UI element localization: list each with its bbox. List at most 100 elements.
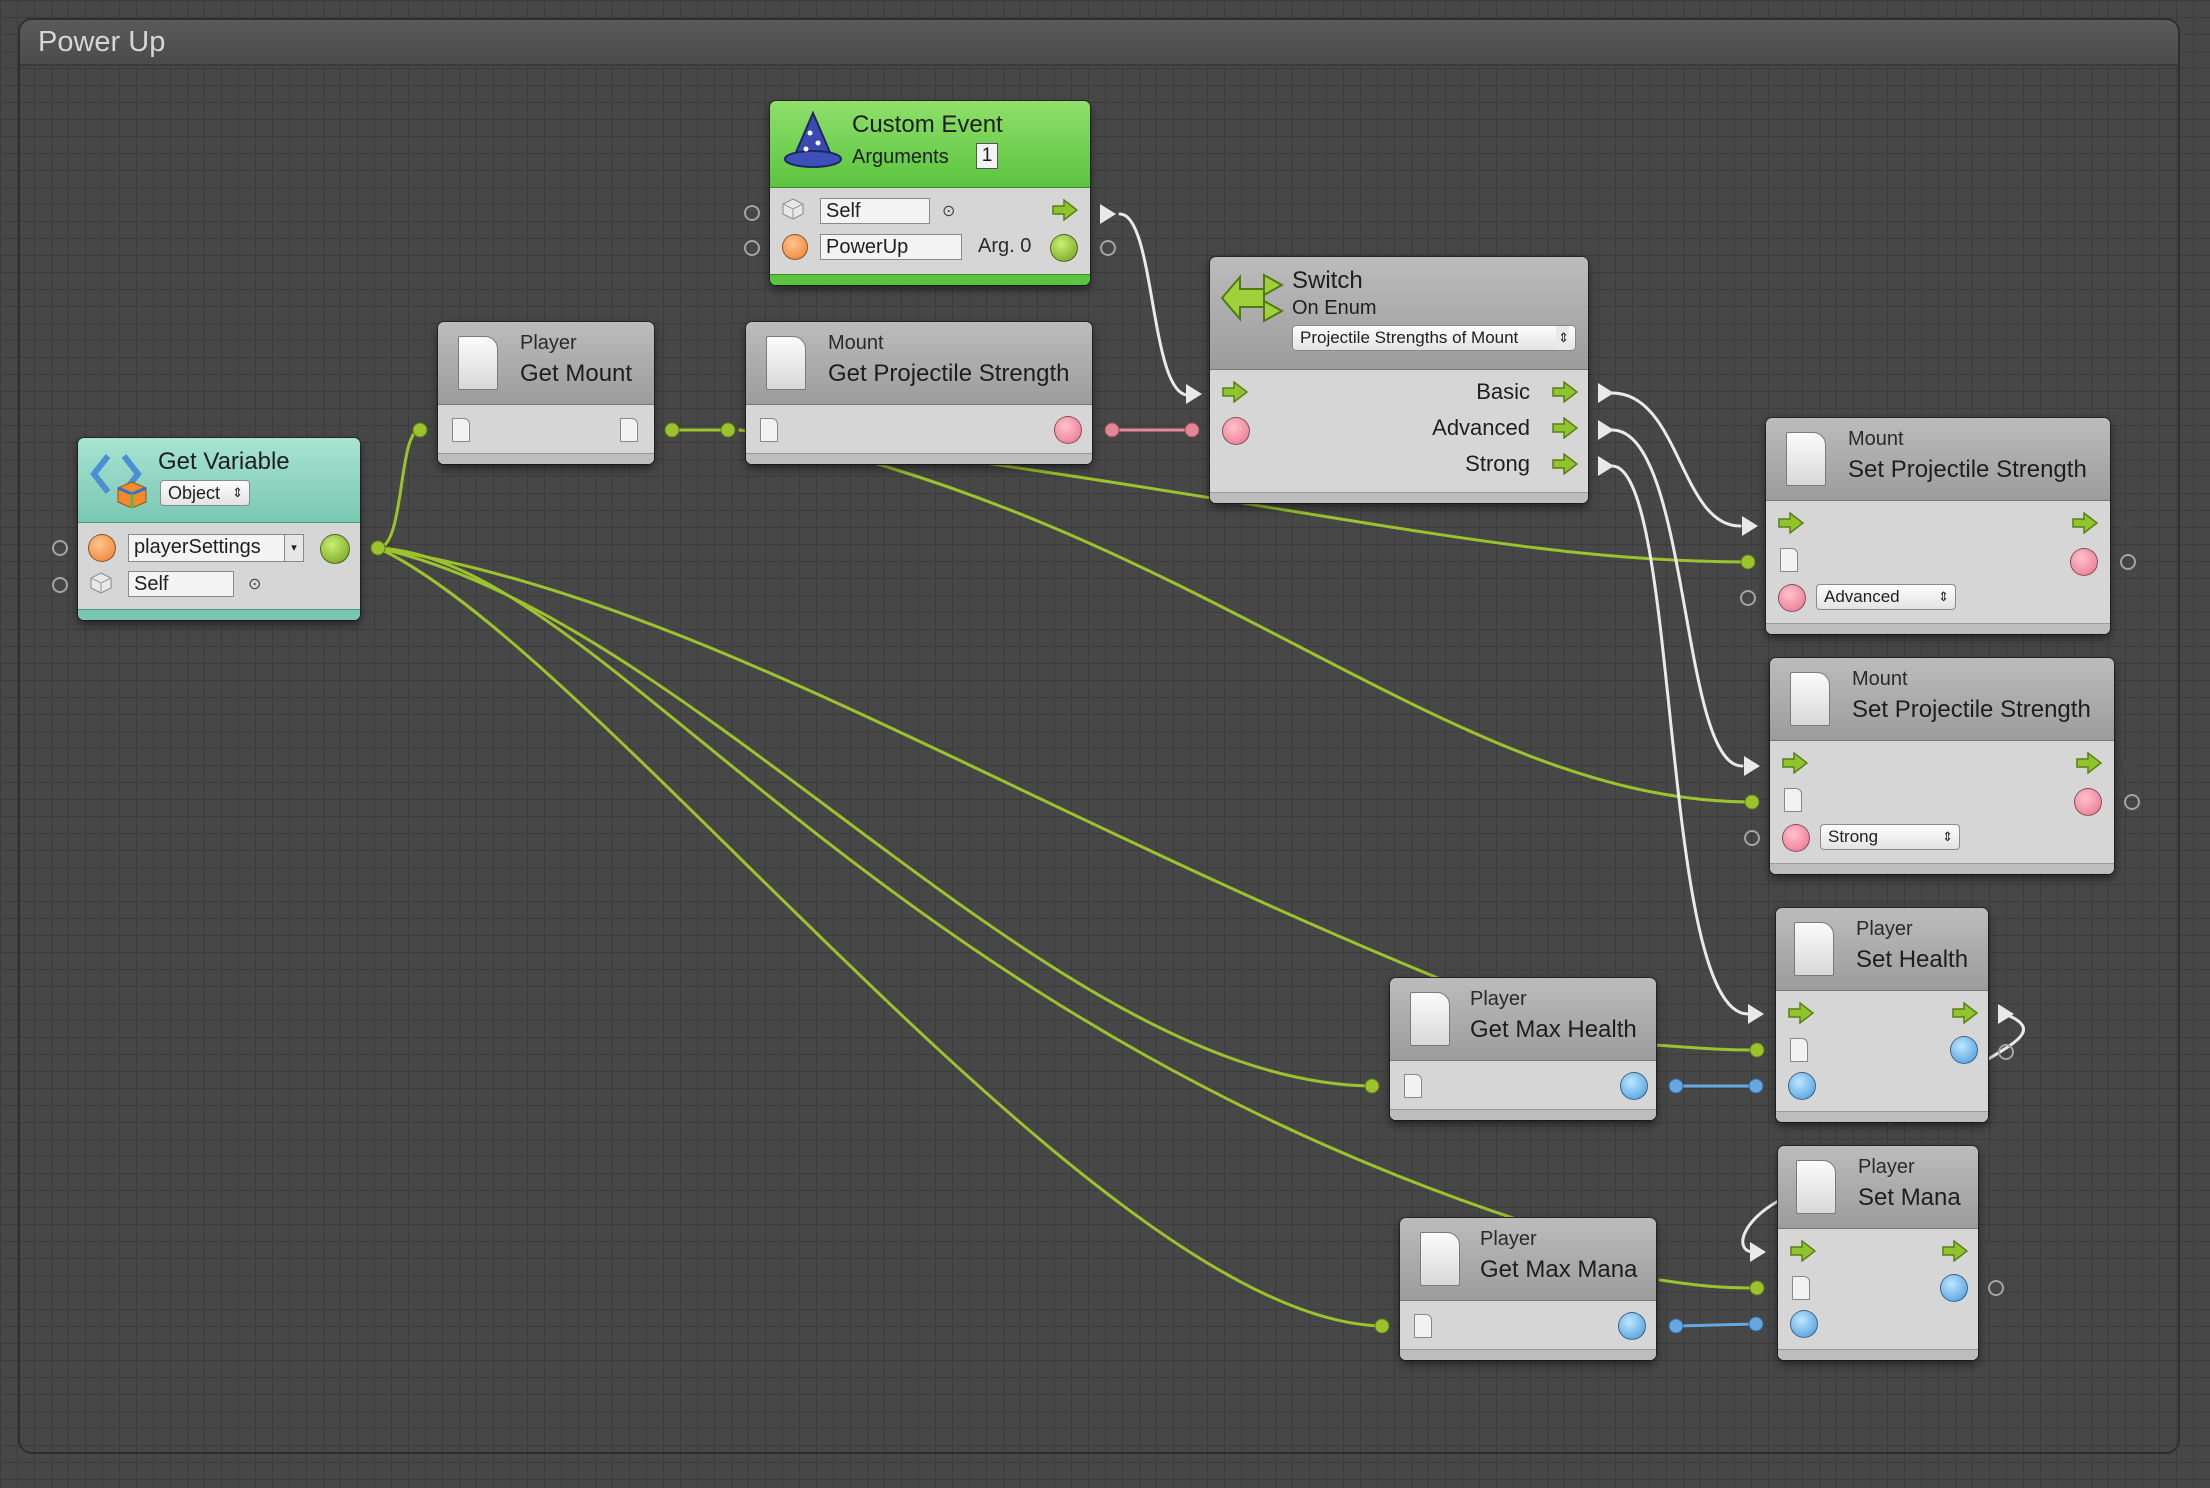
strength-value-dropdown[interactable]: Strong ⇕ [1820,824,1960,850]
set-mana-flow-in[interactable] [1750,1242,1766,1262]
flow-output-port[interactable] [1942,1240,1968,1262]
flow-event-switch [1118,212,1190,397]
strength-output-port[interactable] [1054,416,1082,444]
custom-event-self-in[interactable] [744,205,760,221]
set-health-flow-in[interactable] [1748,1004,1764,1024]
strength-input-port[interactable] [1782,824,1810,852]
flow-input-port[interactable] [1782,752,1808,774]
get-variable-self-in[interactable] [52,577,68,593]
set-projectile-strength-strong-header[interactable]: Mount Set Projectile Strength [1770,658,2114,741]
get-variable-node[interactable]: Get Variable Object ⇕ playerSettings ▾ Se… [78,438,360,620]
flow-output-port[interactable] [2072,512,2098,534]
arg0-output-port[interactable] [1050,234,1078,262]
custom-event-header[interactable]: Custom Event Arguments 1 [770,101,1090,188]
max-mana-output-port[interactable] [1618,1312,1646,1340]
get-mount-node[interactable]: Player Get Mount [438,322,654,464]
case-advanced-port[interactable] [1552,417,1578,439]
set-strength-1-value-out[interactable] [2120,554,2136,570]
mount-output-port[interactable] [620,418,638,442]
switch-node[interactable]: Switch On Enum Projectile Strengths of M… [1210,257,1588,503]
health-input-port[interactable] [1788,1072,1816,1100]
flow-output-port[interactable] [2076,752,2102,774]
get-mount-header[interactable]: Player Get Mount [438,322,654,405]
target-input-port[interactable] [452,418,470,442]
event-name-port[interactable] [782,234,808,260]
flow-input-port[interactable] [1778,512,1804,534]
variable-name-field[interactable]: playerSettings ▾ [128,534,304,562]
switch-case-basic: Basic [1476,379,1530,404]
get-projectile-strength-node[interactable]: Mount Get Projectile Strength [746,322,1092,464]
set-strength-1-flow-in[interactable] [1742,516,1758,536]
get-max-mana-node[interactable]: Player Get Max Mana [1400,1218,1656,1360]
get-variable-header[interactable]: Get Variable Object ⇕ [78,438,360,523]
target-input-port[interactable] [1784,788,1802,812]
get-max-health-node[interactable]: Player Get Max Health [1390,978,1656,1120]
set-health-header[interactable]: Player Set Health [1776,908,1988,991]
target-input-port[interactable] [1404,1074,1422,1098]
switch-strong-out[interactable] [1598,456,1614,476]
set-health-node[interactable]: Player Set Health [1776,908,1988,1122]
set-strength-1-flow-out[interactable] [2120,516,2136,536]
strength-input-port[interactable] [1778,584,1806,612]
case-strong-port[interactable] [1552,453,1578,475]
set-projectile-strength-advanced-node[interactable]: Mount Set Projectile Strength Advanced ⇕ [1766,418,2110,634]
target-picker-icon[interactable]: ⊙ [248,574,261,594]
set-strength-1-value-in[interactable] [1740,590,1756,606]
custom-event-flow-out[interactable] [1100,204,1116,224]
custom-event-self-field[interactable]: Self [820,198,930,224]
set-health-value-out[interactable] [1998,1044,2014,1060]
enum-type-dropdown[interactable]: Projectile Strengths of Mount ⇕ [1292,325,1576,351]
strength-value-dropdown[interactable]: Advanced ⇕ [1816,584,1956,610]
case-basic-port[interactable] [1552,381,1578,403]
switch-flow-in[interactable] [1186,384,1202,404]
custom-event-node[interactable]: Custom Event Arguments 1 Self ⊙ PowerUp … [770,101,1090,285]
switch-basic-out[interactable] [1598,383,1614,403]
set-projectile-strength-strong-node[interactable]: Mount Set Projectile Strength Strong ⇕ [1770,658,2114,874]
variable-type-dropdown[interactable]: Object ⇕ [160,480,250,506]
target-input-port[interactable] [1780,548,1798,572]
custom-event-args-count[interactable]: 1 [976,143,998,169]
flow-input-port[interactable] [1788,1002,1814,1024]
max-health-output-port[interactable] [1620,1072,1648,1100]
flow-output-port[interactable] [1052,199,1078,221]
flow-input-port[interactable] [1790,1240,1816,1262]
strength-output-port[interactable] [2074,788,2102,816]
health-output-port[interactable] [1950,1036,1978,1064]
target-picker-icon[interactable]: ⊙ [942,201,955,221]
switch-advanced-out[interactable] [1598,420,1614,440]
get-max-health-header[interactable]: Player Get Max Health [1390,978,1656,1061]
set-mana-value-out[interactable] [1988,1280,2004,1296]
variable-value-out[interactable] [320,534,350,564]
strength-output-port[interactable] [2070,548,2098,576]
get-variable-name-in[interactable] [52,540,68,556]
variable-name-port[interactable] [88,534,116,562]
flow-input-port[interactable] [1222,381,1248,403]
target-input-port[interactable] [760,418,778,442]
set-mana-title: Set Mana [1858,1184,1961,1211]
target-input-port[interactable] [1792,1276,1810,1300]
target-input-port[interactable] [1414,1314,1432,1338]
variable-name-dropdown-icon[interactable]: ▾ [284,535,303,561]
switch-header[interactable]: Switch On Enum Projectile Strengths of M… [1210,257,1588,370]
custom-event-footer [770,274,1090,285]
custom-event-arg-out[interactable] [1100,240,1116,256]
set-strength-2-value-in[interactable] [1744,830,1760,846]
get-projectile-strength-header[interactable]: Mount Get Projectile Strength [746,322,1092,405]
set-strength-2-flow-in[interactable] [1744,756,1760,776]
get-max-mana-header[interactable]: Player Get Max Mana [1400,1218,1656,1301]
set-mana-flow-out[interactable] [1988,1242,2004,1262]
target-input-port[interactable] [1790,1038,1808,1062]
set-projectile-strength-advanced-header[interactable]: Mount Set Projectile Strength [1766,418,2110,501]
set-health-flow-out[interactable] [1998,1004,2014,1024]
mana-input-port[interactable] [1790,1310,1818,1338]
custom-event-name-field[interactable]: PowerUp [820,234,962,260]
enum-input-port[interactable] [1222,417,1250,445]
flow-output-port[interactable] [1952,1002,1978,1024]
get-variable-self-field[interactable]: Self [128,571,234,597]
set-mana-node[interactable]: Player Set Mana [1778,1146,1978,1360]
set-strength-2-value-out[interactable] [2124,794,2140,810]
set-strength-2-flow-out[interactable] [2122,756,2138,776]
custom-event-name-in[interactable] [744,240,760,256]
set-mana-header[interactable]: Player Set Mana [1778,1146,1978,1229]
mana-output-port[interactable] [1940,1274,1968,1302]
